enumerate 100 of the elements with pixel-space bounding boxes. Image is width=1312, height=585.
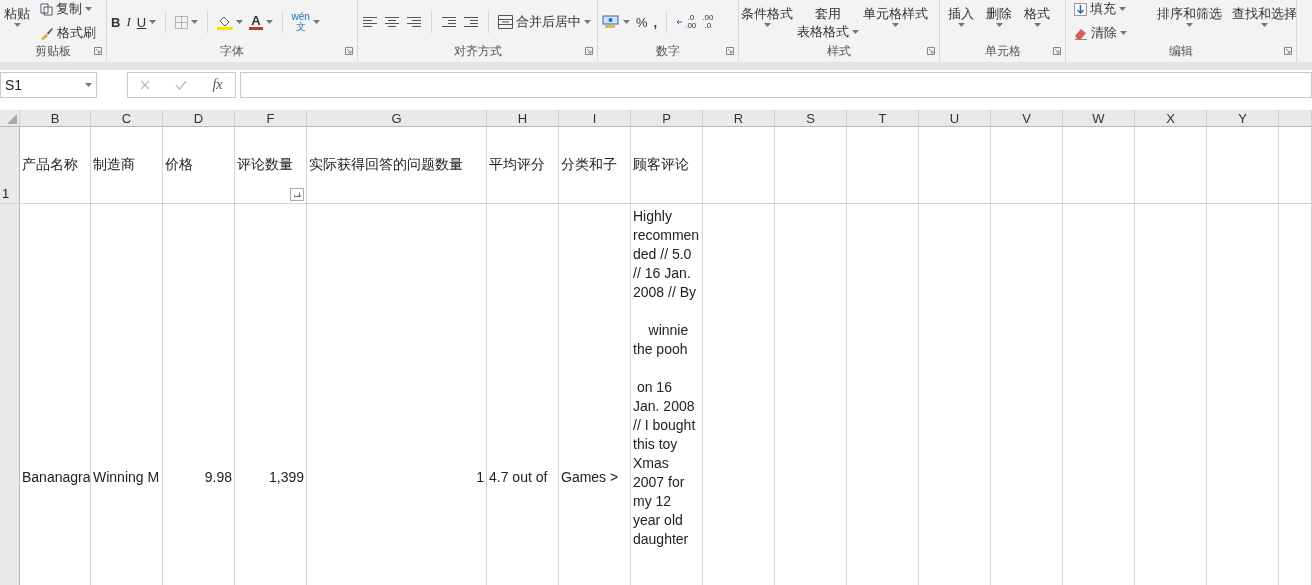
group-label: 数字 xyxy=(656,42,680,60)
caret-icon xyxy=(265,20,273,24)
column-header[interactable]: G xyxy=(307,110,487,127)
column-header[interactable]: S xyxy=(775,110,847,127)
sort-filter-button[interactable]: 排序和筛选 xyxy=(1157,0,1222,27)
column-header[interactable]: W xyxy=(1063,110,1135,127)
column-header[interactable]: D xyxy=(163,110,235,127)
copy-button[interactable]: 复制 xyxy=(40,0,96,18)
banknote-icon xyxy=(602,15,620,29)
dialog-launcher-icon[interactable] xyxy=(585,47,593,55)
select-all-icon[interactable] xyxy=(7,114,17,124)
group-label: 字体 xyxy=(220,42,244,60)
format-painter-button[interactable]: 格式刷 xyxy=(40,24,96,42)
table-format-button[interactable]: 套用 表格格式 xyxy=(797,0,859,39)
group-label: 对齐方式 xyxy=(453,42,502,60)
fill-button[interactable]: 填充 xyxy=(1074,0,1127,18)
name-box[interactable]: S1 xyxy=(0,72,97,98)
caret-icon xyxy=(995,23,1003,27)
borders-button[interactable] xyxy=(175,15,199,29)
column-header[interactable]: Y xyxy=(1207,110,1279,127)
decrease-indent-icon[interactable] xyxy=(441,16,457,28)
merge-cells-icon xyxy=(498,15,513,29)
column-header[interactable]: U xyxy=(919,110,991,127)
column-header[interactable]: C xyxy=(91,110,163,127)
underline-button[interactable]: U xyxy=(136,14,157,30)
column-header[interactable]: V xyxy=(991,110,1063,127)
clear-button[interactable]: 清除 xyxy=(1074,24,1127,42)
check-icon[interactable] xyxy=(175,80,188,90)
align-center-icon[interactable] xyxy=(384,16,400,28)
align-right-icon[interactable] xyxy=(406,16,422,28)
table-cell: 制造商 xyxy=(93,156,135,174)
insert-function-button[interactable]: fx xyxy=(212,77,223,93)
caret-icon xyxy=(1120,31,1127,35)
percent-button[interactable]: % xyxy=(636,14,648,30)
cancel-icon[interactable] xyxy=(140,80,151,90)
table-cell: 价格 xyxy=(165,156,193,174)
phonetic-button[interactable]: wén 文 xyxy=(291,12,320,32)
caret-icon xyxy=(957,23,965,27)
column-header[interactable]: T xyxy=(847,110,919,127)
decrease-decimal-button[interactable]: .00 .0 xyxy=(702,14,714,30)
column-header[interactable]: B xyxy=(20,110,91,127)
increase-decimal-button[interactable]: .0 .00 xyxy=(676,14,697,30)
caret-icon xyxy=(236,20,244,24)
caret-icon xyxy=(584,20,591,24)
font-color-button[interactable]: A xyxy=(249,14,273,30)
number-format-button[interactable] xyxy=(602,15,630,29)
group-label: 单元格 xyxy=(984,42,1021,60)
caret-icon xyxy=(85,83,92,87)
column-header[interactable]: P xyxy=(631,110,703,127)
dialog-launcher-icon[interactable] xyxy=(927,47,935,55)
dialog-launcher-icon[interactable] xyxy=(94,47,102,55)
caret-icon xyxy=(149,20,157,24)
row-header[interactable]: 1 xyxy=(2,186,10,201)
fill-color-button[interactable] xyxy=(217,14,244,30)
dialog-launcher-icon[interactable] xyxy=(345,47,353,55)
table-cell: 4.7 out of xyxy=(489,468,548,485)
column-header[interactable]: I xyxy=(559,110,631,127)
paint-bucket-icon xyxy=(217,14,234,30)
italic-button[interactable]: I xyxy=(126,14,131,30)
bold-button[interactable]: B xyxy=(111,14,121,30)
format-button[interactable]: 格式 xyxy=(1024,0,1050,27)
merge-center-button[interactable]: 合并后居中 xyxy=(498,13,591,31)
dialog-launcher-icon[interactable] xyxy=(1053,47,1061,55)
table-cell: 1 xyxy=(476,468,484,485)
column-header[interactable] xyxy=(1279,110,1312,127)
group-label: 剪贴板 xyxy=(35,42,71,60)
formula-input[interactable] xyxy=(240,72,1312,98)
caret-icon xyxy=(852,29,859,34)
group-label: 编辑 xyxy=(1169,42,1193,60)
caret-icon xyxy=(312,20,320,24)
paste-button[interactable]: 粘贴 xyxy=(4,0,30,27)
caret-icon xyxy=(1033,23,1041,27)
column-header[interactable]: H xyxy=(487,110,559,127)
eraser-icon xyxy=(1074,26,1088,40)
column-header[interactable]: R xyxy=(703,110,775,127)
caret-icon xyxy=(763,23,771,27)
table-cell: Games > xyxy=(561,468,619,485)
caret-icon xyxy=(1186,23,1193,27)
caret-icon xyxy=(1261,23,1268,27)
align-left-icon[interactable] xyxy=(362,16,378,28)
table-cell: Bananagra xyxy=(22,468,90,485)
group-label: 样式 xyxy=(827,42,851,60)
caret-icon xyxy=(13,23,21,27)
find-select-button[interactable]: 查找和选择 xyxy=(1232,0,1297,27)
dialog-launcher-icon[interactable] xyxy=(1284,47,1292,55)
table-cell: 实际获得回答的问题数量 xyxy=(309,156,463,174)
cell-styles-button[interactable]: 单元格样式 xyxy=(863,0,928,27)
table-cell: Highly recommended // 5.0 // 16 Jan. 2008 // By winnie the pooh on 16 Jan. 2008 // I bought this toy Xmas 2007 for my 12 year old daughter xyxy=(633,207,700,549)
caret-icon xyxy=(892,23,899,27)
column-header[interactable]: X xyxy=(1135,110,1207,127)
column-header[interactable]: F xyxy=(235,110,307,127)
table-cell: 顾客评论 xyxy=(633,156,689,174)
increase-indent-icon[interactable] xyxy=(463,16,479,28)
dialog-launcher-icon[interactable] xyxy=(726,47,734,55)
insert-button[interactable]: 插入 xyxy=(948,0,974,27)
delete-button[interactable]: 删除 xyxy=(986,0,1012,27)
table-cell: 产品名称 xyxy=(22,156,78,174)
conditional-format-button[interactable]: 条件格式 xyxy=(741,0,793,27)
paste-options-icon[interactable] xyxy=(290,188,304,201)
comma-style-button[interactable]: , xyxy=(653,14,658,30)
